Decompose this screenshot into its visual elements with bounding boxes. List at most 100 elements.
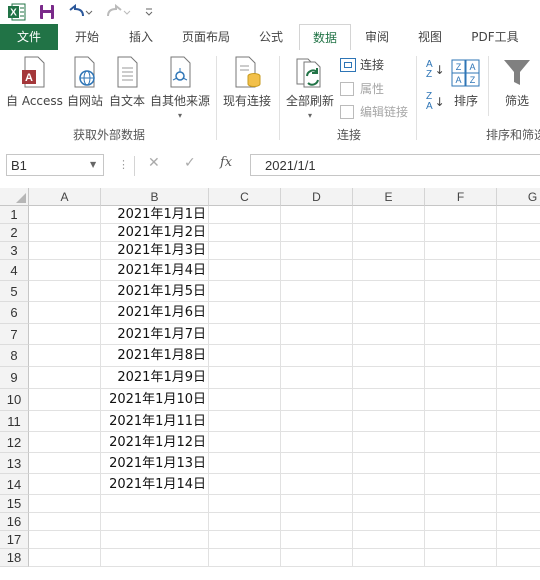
- cell-g4[interactable]: [497, 260, 540, 281]
- from-text-button[interactable]: 自文本: [109, 54, 145, 109]
- cell-f10[interactable]: [425, 389, 497, 411]
- cell-a15[interactable]: [29, 495, 101, 513]
- cell-c15[interactable]: [209, 495, 281, 513]
- cell-c12[interactable]: [209, 432, 281, 453]
- row-header[interactable]: 7: [0, 324, 29, 345]
- cell-g13[interactable]: [497, 453, 540, 474]
- cell-b12[interactable]: 2021年1月12日: [101, 432, 209, 453]
- cell-b8[interactable]: 2021年1月8日: [101, 345, 209, 367]
- name-box-dropdown-icon[interactable]: ▼: [90, 160, 96, 169]
- sort-button[interactable]: Z A A Z 排序: [451, 54, 481, 109]
- save-icon[interactable]: [38, 2, 56, 22]
- properties-button[interactable]: 属性: [340, 80, 384, 97]
- refresh-all-button[interactable]: 全部刷新 ▾: [286, 54, 334, 120]
- cell-b13[interactable]: 2021年1月13日: [101, 453, 209, 474]
- cell-d8[interactable]: [281, 345, 353, 367]
- cell-e12[interactable]: [353, 432, 425, 453]
- cell-e10[interactable]: [353, 389, 425, 411]
- cell-e5[interactable]: [353, 281, 425, 302]
- cell-c13[interactable]: [209, 453, 281, 474]
- insert-function-icon[interactable]: fx: [220, 155, 232, 170]
- cell-d7[interactable]: [281, 324, 353, 345]
- cell-a2[interactable]: [29, 224, 101, 242]
- cell-c17[interactable]: [209, 531, 281, 549]
- cell-f15[interactable]: [425, 495, 497, 513]
- cell-a8[interactable]: [29, 345, 101, 367]
- row-header[interactable]: 4: [0, 260, 29, 281]
- cell-e6[interactable]: [353, 302, 425, 324]
- cell-d15[interactable]: [281, 495, 353, 513]
- cell-f6[interactable]: [425, 302, 497, 324]
- cell-a14[interactable]: [29, 474, 101, 495]
- cell-c3[interactable]: [209, 242, 281, 260]
- cell-g7[interactable]: [497, 324, 540, 345]
- cell-a10[interactable]: [29, 389, 101, 411]
- cell-f1[interactable]: [425, 206, 497, 224]
- from-access-button[interactable]: A 自 Access: [6, 54, 63, 109]
- cell-e16[interactable]: [353, 513, 425, 531]
- cell-e4[interactable]: [353, 260, 425, 281]
- cell-d2[interactable]: [281, 224, 353, 242]
- cell-b2[interactable]: 2021年1月2日: [101, 224, 209, 242]
- column-header-f[interactable]: F: [425, 188, 497, 206]
- cell-c1[interactable]: [209, 206, 281, 224]
- cell-b6[interactable]: 2021年1月6日: [101, 302, 209, 324]
- cell-b3[interactable]: 2021年1月3日: [101, 242, 209, 260]
- cell-g9[interactable]: [497, 367, 540, 389]
- undo-icon[interactable]: [66, 2, 94, 22]
- connections-button[interactable]: 连接: [340, 56, 384, 73]
- cell-d4[interactable]: [281, 260, 353, 281]
- column-header-c[interactable]: C: [209, 188, 281, 206]
- cell-f5[interactable]: [425, 281, 497, 302]
- row-header[interactable]: 5: [0, 281, 29, 302]
- from-other-sources-button[interactable]: 自其他来源 ▾: [150, 54, 210, 120]
- cell-e11[interactable]: [353, 411, 425, 432]
- redo-icon[interactable]: [104, 2, 132, 22]
- cell-g1[interactable]: [497, 206, 540, 224]
- cell-g10[interactable]: [497, 389, 540, 411]
- cell-g8[interactable]: [497, 345, 540, 367]
- cell-b5[interactable]: 2021年1月5日: [101, 281, 209, 302]
- cell-f16[interactable]: [425, 513, 497, 531]
- cell-a16[interactable]: [29, 513, 101, 531]
- sort-ascending-button[interactable]: AZ ↓: [426, 60, 445, 80]
- row-header[interactable]: 15: [0, 495, 29, 513]
- filter-button[interactable]: 筛选: [503, 54, 531, 109]
- tab-home[interactable]: 开始: [62, 24, 112, 50]
- cell-g18[interactable]: [497, 549, 540, 567]
- row-header[interactable]: 8: [0, 345, 29, 367]
- cell-e3[interactable]: [353, 242, 425, 260]
- cell-g17[interactable]: [497, 531, 540, 549]
- cell-c10[interactable]: [209, 389, 281, 411]
- cell-a5[interactable]: [29, 281, 101, 302]
- row-header[interactable]: 17: [0, 531, 29, 549]
- cell-c7[interactable]: [209, 324, 281, 345]
- cell-e1[interactable]: [353, 206, 425, 224]
- cell-g12[interactable]: [497, 432, 540, 453]
- cell-e7[interactable]: [353, 324, 425, 345]
- column-header-g[interactable]: G: [497, 188, 540, 206]
- cell-a11[interactable]: [29, 411, 101, 432]
- cell-c5[interactable]: [209, 281, 281, 302]
- cell-d14[interactable]: [281, 474, 353, 495]
- cell-b10[interactable]: 2021年1月10日: [101, 389, 209, 411]
- cell-f8[interactable]: [425, 345, 497, 367]
- cell-g5[interactable]: [497, 281, 540, 302]
- row-header[interactable]: 2: [0, 224, 29, 242]
- column-header-b[interactable]: B: [101, 188, 209, 206]
- cell-e18[interactable]: [353, 549, 425, 567]
- cell-e17[interactable]: [353, 531, 425, 549]
- cell-a12[interactable]: [29, 432, 101, 453]
- tab-data[interactable]: 数据: [299, 24, 351, 52]
- cell-g14[interactable]: [497, 474, 540, 495]
- cell-f14[interactable]: [425, 474, 497, 495]
- select-all-corner[interactable]: [0, 188, 29, 206]
- cell-f3[interactable]: [425, 242, 497, 260]
- existing-connections-button[interactable]: 现有连接: [223, 54, 271, 109]
- tab-formulas[interactable]: 公式: [246, 24, 296, 50]
- row-header[interactable]: 13: [0, 453, 29, 474]
- cell-f4[interactable]: [425, 260, 497, 281]
- formula-input[interactable]: 2021/1/1: [250, 154, 540, 176]
- row-header[interactable]: 11: [0, 411, 29, 432]
- cell-d10[interactable]: [281, 389, 353, 411]
